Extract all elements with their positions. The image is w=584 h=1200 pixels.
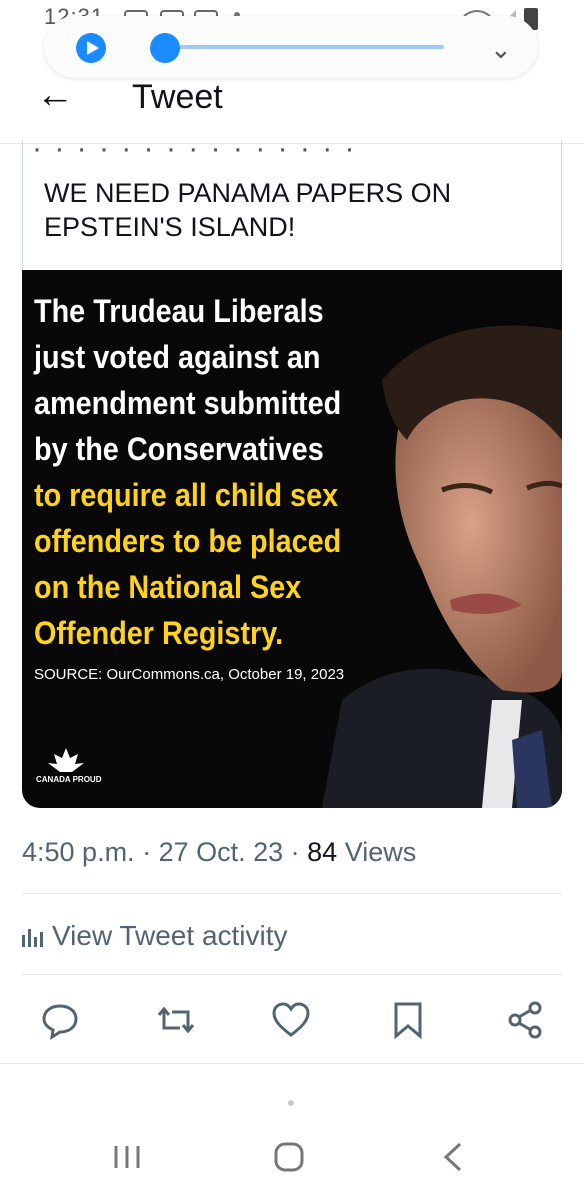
- headline-line: by the Conservatives: [34, 431, 324, 467]
- maple-leaf-icon: [48, 748, 84, 772]
- headline-line: amendment submitted: [34, 385, 342, 421]
- tweet-date: 27 Oct. 23: [158, 837, 284, 867]
- share-icon[interactable]: [505, 1000, 545, 1040]
- tweet-meta: 4:50 p.m. · 27 Oct. 23 · 84 Views: [22, 837, 416, 868]
- media-player-bar: ⌄: [44, 16, 538, 78]
- views-label: Views: [337, 837, 417, 867]
- progress-knob[interactable]: [149, 33, 180, 63]
- separator: ·: [134, 837, 159, 867]
- retweet-icon[interactable]: [156, 1000, 196, 1040]
- bookmark-icon[interactable]: [388, 1000, 428, 1040]
- views-count: 84: [307, 837, 338, 867]
- progress-track[interactable]: [154, 45, 444, 49]
- like-icon[interactable]: [271, 1000, 311, 1040]
- divider: [22, 893, 562, 894]
- headline-line-highlight: offenders to be placed: [34, 523, 342, 559]
- back-nav-icon[interactable]: [440, 1140, 466, 1174]
- headline-line-highlight: to require all child sex: [34, 477, 339, 513]
- chevron-down-icon[interactable]: ⌄: [490, 34, 512, 65]
- tweet-image[interactable]: The Trudeau Liberals just voted against …: [22, 270, 562, 808]
- headline-line-highlight: Offender Registry.: [34, 615, 284, 651]
- logo-text: CANADA PROUD: [36, 775, 102, 784]
- recent-apps-icon[interactable]: [112, 1140, 142, 1174]
- reply-icon[interactable]: [40, 1000, 80, 1040]
- cut-off-text: · · · · · · · · · · · · · · ·: [32, 132, 357, 165]
- page-title: Tweet: [132, 78, 223, 116]
- image-source: SOURCE: OurCommons.ca, October 19, 2023: [34, 666, 345, 683]
- separator: ·: [283, 837, 308, 867]
- bar-chart-icon: [22, 929, 43, 947]
- divider: [22, 974, 562, 975]
- headline-line: The Trudeau Liberals: [34, 293, 324, 329]
- back-arrow-icon[interactable]: ←: [36, 74, 74, 117]
- canada-proud-logo: CANADA PROUD: [36, 748, 101, 784]
- view-activity-link[interactable]: View Tweet activity: [22, 920, 288, 952]
- tweet-time: 4:50 p.m.: [22, 837, 135, 867]
- home-icon[interactable]: [272, 1140, 308, 1174]
- image-headline: The Trudeau Liberals just voted against …: [34, 288, 412, 656]
- play-button[interactable]: [76, 33, 106, 63]
- activity-label: View Tweet activity: [52, 920, 288, 951]
- tweet-text: WE NEED PANAMA PAPERS ON EPSTEIN'S ISLAN…: [44, 178, 452, 242]
- headline-line-highlight: on the National Sex: [34, 569, 302, 605]
- headline-line: just voted against an: [34, 339, 321, 375]
- page-indicator-dot: [288, 1100, 294, 1106]
- divider: [0, 1063, 584, 1064]
